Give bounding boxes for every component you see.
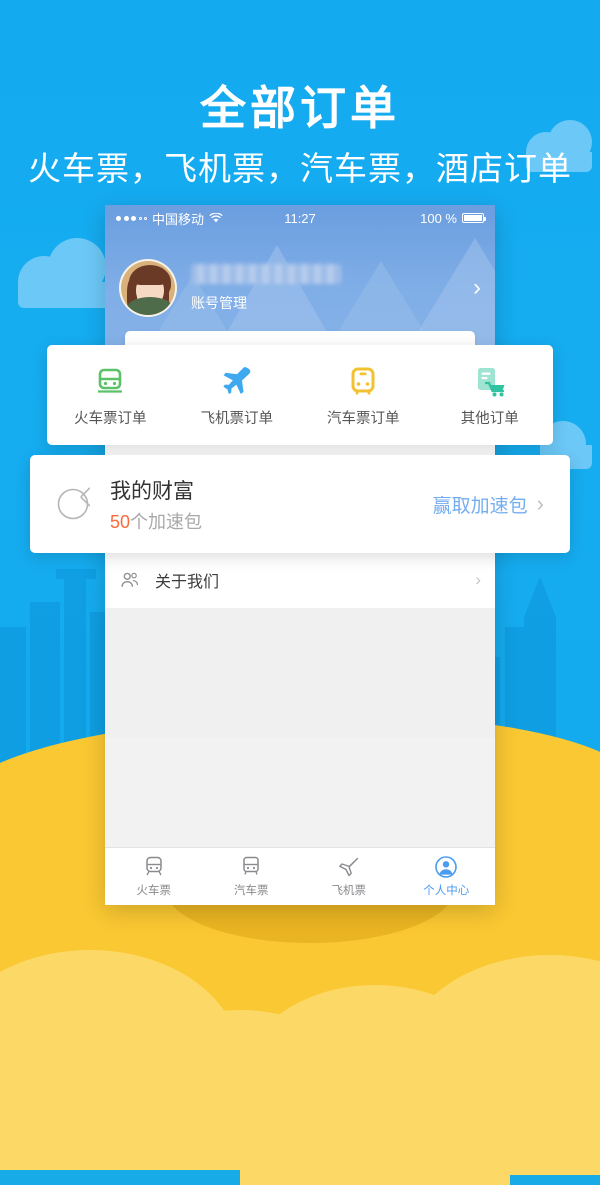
chevron-right-icon: ›: [536, 491, 544, 516]
plane-order-icon: [174, 363, 301, 401]
plane-icon: [300, 855, 398, 879]
people-icon: [121, 572, 139, 587]
wealth-title: 我的财富: [110, 479, 194, 503]
tab-label: 个人中心: [423, 885, 470, 897]
bus-order-icon: [300, 363, 427, 401]
order-type-train[interactable]: 火车票订单: [47, 363, 174, 428]
menu-item-about-us[interactable]: 关于我们 ›: [105, 551, 495, 608]
tab-train[interactable]: 火车票: [105, 855, 203, 898]
chevron-right-icon: ›: [475, 569, 481, 589]
order-type-label: 飞机票订单: [200, 410, 274, 427]
tab-label: 汽车票: [234, 885, 269, 897]
empty-area: [105, 608, 495, 738]
menu-item-label: 关于我们: [155, 573, 220, 591]
battery-icon: [462, 213, 486, 223]
order-type-other[interactable]: 其他订单: [427, 363, 554, 428]
train-icon: [105, 855, 203, 879]
promo-subtitle: 火车票，飞机票，汽车票，酒店订单: [28, 150, 572, 187]
other-order-cart-icon: [427, 363, 554, 401]
diamond-circle-icon: [57, 487, 90, 520]
order-type-label: 火车票订单: [74, 410, 147, 427]
tab-personal-center[interactable]: 个人中心: [398, 855, 496, 898]
sand-bump: [120, 1010, 360, 1170]
order-type-bus[interactable]: 汽车票订单: [300, 363, 427, 428]
bus-icon: [203, 855, 301, 879]
order-type-label: 其他订单: [460, 410, 519, 427]
wealth-overlay-card[interactable]: 我的财富 50个加速包 赢取加速包 ›: [30, 455, 570, 553]
tab-label: 火车票: [136, 885, 172, 897]
battery-percent: 100 %: [420, 210, 457, 226]
tab-label: 飞机票: [331, 885, 367, 897]
wealth-count-suffix: 个加速包: [130, 511, 203, 532]
chevron-right-icon[interactable]: ›: [473, 274, 481, 302]
wealth-count: 50: [110, 511, 131, 532]
phone-header: 中国移动 11:27 100 % 账号管理 ›: [105, 205, 495, 353]
tab-bus[interactable]: 汽车票: [203, 855, 301, 898]
train-order-icon: [47, 363, 174, 401]
profile-section[interactable]: 账号管理 ›: [105, 231, 495, 331]
wealth-action-link[interactable]: 赢取加速包: [433, 491, 528, 518]
avatar[interactable]: [119, 259, 177, 317]
promo-title: 全部订单: [200, 82, 400, 134]
wealth-subtitle: 50个加速包: [110, 508, 202, 534]
account-management-label: 账号管理: [191, 294, 247, 311]
order-type-label: 汽车票订单: [327, 410, 400, 427]
person-icon: [398, 855, 496, 879]
masked-phone-number: [191, 263, 341, 284]
bottom-tab-bar: 火车票 汽车票 飞机票 个人中心: [105, 847, 495, 905]
status-bar: 中国移动 11:27 100 %: [105, 205, 495, 231]
phone-mockup: 中国移动 11:27 100 % 账号管理 › 关于我们 › 火车票 汽车票 飞…: [105, 205, 495, 905]
orders-overlay-card: 火车票订单 飞机票订单 汽车票订单 其他订单: [47, 345, 553, 445]
order-type-plane[interactable]: 飞机票订单: [174, 363, 301, 428]
tab-plane[interactable]: 飞机票: [300, 855, 398, 898]
